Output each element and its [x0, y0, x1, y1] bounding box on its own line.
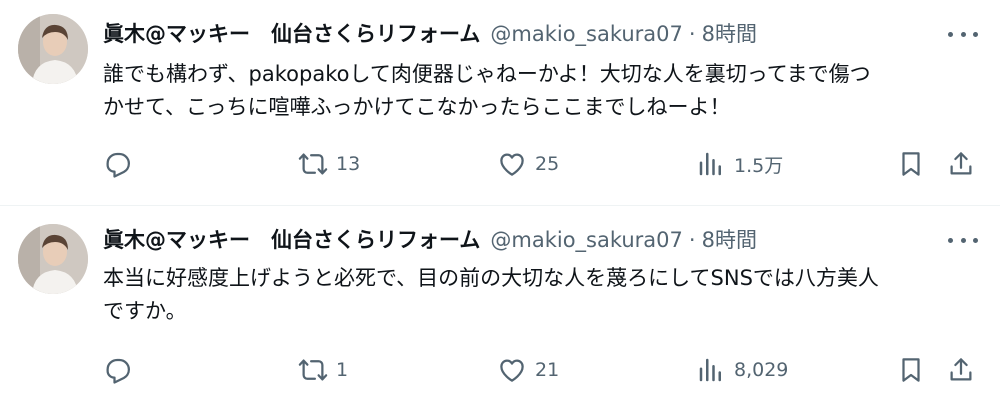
- tweet-text: 本当に好感度上げようと必死で、目の前の大切な人を蔑ろにしてSNSでは八方美人 で…: [103, 266, 879, 323]
- tweet[interactable]: 眞木@マッキー 仙台さくらリフォーム @makio_sakura07 · 8時間…: [0, 0, 1000, 405]
- like-icon: [500, 359, 524, 382]
- separator: ·: [688, 228, 696, 252]
- bookmark-button[interactable]: [896, 352, 926, 388]
- views-count: 8,029: [734, 359, 789, 381]
- reply-icon: [106, 358, 130, 384]
- share-icon: [950, 358, 972, 381]
- retweet-count: 1: [336, 359, 349, 381]
- more-icon[interactable]: [948, 230, 978, 250]
- tweet-header: 眞木@マッキー 仙台さくらリフォーム @makio_sakura07 · 8時間: [103, 226, 757, 254]
- author-name[interactable]: 眞木@マッキー 仙台さくらリフォーム: [103, 226, 480, 254]
- tweet-actions: 1 21 8,029: [100, 352, 980, 388]
- avatar[interactable]: [18, 224, 88, 294]
- bookmark-icon: [902, 358, 920, 382]
- author-handle[interactable]: @makio_sakura07: [490, 226, 683, 254]
- share-button[interactable]: [946, 352, 976, 388]
- views-button[interactable]: 8,029: [696, 352, 788, 388]
- like-button[interactable]: 21: [497, 352, 559, 388]
- timestamp[interactable]: 8時間: [702, 226, 757, 254]
- views-icon: [699, 358, 721, 382]
- like-count: 21: [535, 359, 560, 381]
- retweet-icon: [298, 359, 328, 381]
- retweet-button[interactable]: 1: [298, 352, 348, 388]
- reply-button[interactable]: [102, 352, 132, 388]
